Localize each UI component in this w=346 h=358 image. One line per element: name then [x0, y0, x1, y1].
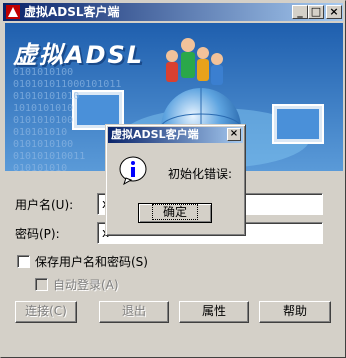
dialog-close-button[interactable]: × [227, 128, 241, 141]
binary-row: 01010101010 [13, 91, 80, 102]
app-icon [6, 5, 20, 19]
autologin-label[interactable]: 自动登录(A) [53, 278, 119, 292]
properties-button[interactable]: 属性 [179, 301, 249, 323]
ok-button-label: 确定 [151, 204, 199, 220]
exit-button[interactable]: 退出 [99, 301, 169, 323]
title-bar[interactable]: 虚拟ADSL客户端 _ □ × [3, 3, 343, 21]
minimize-button[interactable]: _ [292, 5, 308, 19]
password-label: 密码(P): [15, 227, 60, 241]
dialog-title-bar[interactable]: 虚拟ADSL客户端 × [108, 127, 243, 143]
window-title: 虚拟ADSL客户端 [24, 5, 120, 19]
binary-row: 010101011000101011 [13, 79, 122, 90]
connect-button[interactable]: 连接(C) [15, 301, 77, 323]
error-dialog: 虚拟ADSL客户端 × 初始化错误: 确定 [105, 124, 246, 236]
maximize-button[interactable]: □ [308, 5, 324, 19]
close-button[interactable]: × [326, 5, 342, 19]
banner-logo-text: 虚拟ADSL [13, 41, 145, 69]
dialog-title: 虚拟ADSL客户端 [111, 128, 199, 141]
save-credentials-label[interactable]: 保存用户名和密码(S) [35, 255, 148, 269]
binary-row: 1010101010 [13, 103, 74, 114]
autologin-checkbox[interactable] [35, 278, 48, 291]
help-button[interactable]: 帮助 [259, 301, 331, 323]
ok-button[interactable]: 确定 [138, 203, 212, 223]
binary-row: 0101010100 [13, 67, 74, 78]
save-credentials-checkbox[interactable] [17, 255, 30, 268]
info-icon [119, 156, 147, 185]
dialog-message: 初始化错误: [168, 167, 233, 181]
username-label: 用户名(U): [15, 198, 74, 212]
